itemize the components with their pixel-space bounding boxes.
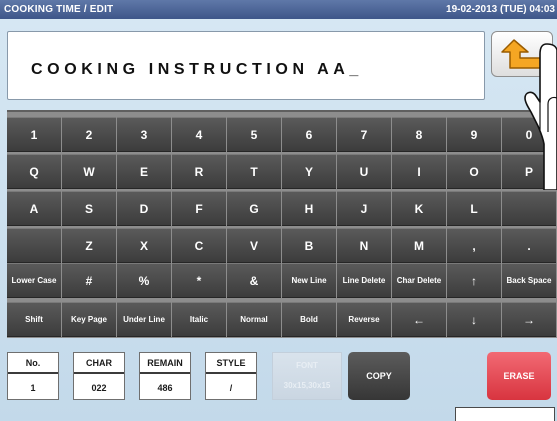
erase-button[interactable]: ERASE [487,352,551,400]
key-o[interactable]: O [447,154,501,189]
char-field: CHAR 022 [73,352,125,400]
key-g[interactable]: G [227,191,281,226]
title-bar: COOKING TIME / EDIT 19-02-2013 (TUE) 04:… [0,0,557,19]
key-u[interactable]: U [337,154,391,189]
key-blank[interactable] [7,228,61,263]
style-label: STYLE [206,353,256,374]
remain-value: 486 [157,382,173,393]
key-blank[interactable] [502,191,556,226]
key-l[interactable]: L [447,191,501,226]
key-key-page[interactable]: Key Page [62,302,116,337]
key-bold[interactable]: Bold [282,302,336,337]
key-q[interactable]: Q [7,154,61,189]
up-arrow-key[interactable]: ↑ [447,263,501,298]
key-comma[interactable]: , [447,228,501,263]
key-d[interactable]: D [117,191,171,226]
key-hash[interactable]: # [62,263,116,298]
no-field: No. 1 [7,352,59,400]
no-value: 1 [30,382,36,393]
font-label: FONT [296,361,318,370]
key-5[interactable]: 5 [227,117,281,152]
status-box [455,407,555,421]
key-b[interactable]: B [282,228,336,263]
key-a[interactable]: A [7,191,61,226]
editor-text: COOKING INSTRUCTION AA_ [31,61,363,78]
key-c[interactable]: C [172,228,226,263]
key-y[interactable]: Y [282,154,336,189]
font-button[interactable]: FONT 30x15,30x15 [272,352,342,400]
key-under-line[interactable]: Under Line [117,302,171,337]
down-arrow-key[interactable]: ↓ [447,302,501,337]
key-8[interactable]: 8 [392,117,446,152]
screen-title: COOKING TIME / EDIT [4,4,114,15]
char-value: 022 [91,382,107,393]
key-v[interactable]: V [227,228,281,263]
key-j[interactable]: J [337,191,391,226]
key-new-line[interactable]: New Line [282,263,336,298]
key-1[interactable]: 1 [7,117,61,152]
key-0[interactable]: 0 [502,117,556,152]
key-m[interactable]: M [392,228,446,263]
key-shift[interactable]: Shift [7,302,61,337]
no-label: No. [8,353,58,374]
key-7[interactable]: 7 [337,117,391,152]
key-p[interactable]: P [502,154,556,189]
key-percent[interactable]: % [117,263,171,298]
enter-button[interactable] [491,31,553,77]
key-r[interactable]: R [172,154,226,189]
key-i[interactable]: I [392,154,446,189]
key-6[interactable]: 6 [282,117,336,152]
right-arrow-key[interactable]: → [502,302,556,337]
key-period[interactable]: . [502,228,556,263]
char-label: CHAR [74,353,124,374]
date-time: 19-02-2013 (TUE) 04:03 [446,4,555,15]
key-ampersand[interactable]: & [227,263,281,298]
key-h[interactable]: H [282,191,336,226]
key-z[interactable]: Z [62,228,116,263]
key-asterisk[interactable]: * [172,263,226,298]
remain-label: REMAIN [140,353,190,374]
key-char-delete[interactable]: Char Delete [392,263,446,298]
key-lower-case[interactable]: Lower Case [7,263,61,298]
key-3[interactable]: 3 [117,117,171,152]
key-x[interactable]: X [117,228,171,263]
keyboard: 1 2 3 4 5 6 7 8 9 0 Q W E R T Y U I O P A S D F G H J K L Z X C V B N M,. Lo… [7,110,557,338]
text-editor-field[interactable]: COOKING INSTRUCTION AA_ [7,31,485,100]
key-k[interactable]: K [392,191,446,226]
left-arrow-key[interactable]: ← [392,302,446,337]
key-e[interactable]: E [117,154,171,189]
key-4[interactable]: 4 [172,117,226,152]
key-back-space[interactable]: Back Space [502,263,556,298]
key-line-delete[interactable]: Line Delete [337,263,391,298]
key-2[interactable]: 2 [62,117,116,152]
style-field: STYLE / [205,352,257,400]
copy-button[interactable]: COPY [348,352,410,400]
style-value: / [229,382,233,393]
key-9[interactable]: 9 [447,117,501,152]
key-t[interactable]: T [227,154,281,189]
key-normal[interactable]: Normal [227,302,281,337]
key-f[interactable]: F [172,191,226,226]
font-value: 30x15,30x15 [283,381,331,390]
key-n[interactable]: N [337,228,391,263]
key-italic[interactable]: Italic [172,302,226,337]
key-reverse[interactable]: Reverse [337,302,391,337]
key-w[interactable]: W [62,154,116,189]
remain-field: REMAIN 486 [139,352,191,400]
return-arrow-icon [501,39,543,69]
key-s[interactable]: S [62,191,116,226]
